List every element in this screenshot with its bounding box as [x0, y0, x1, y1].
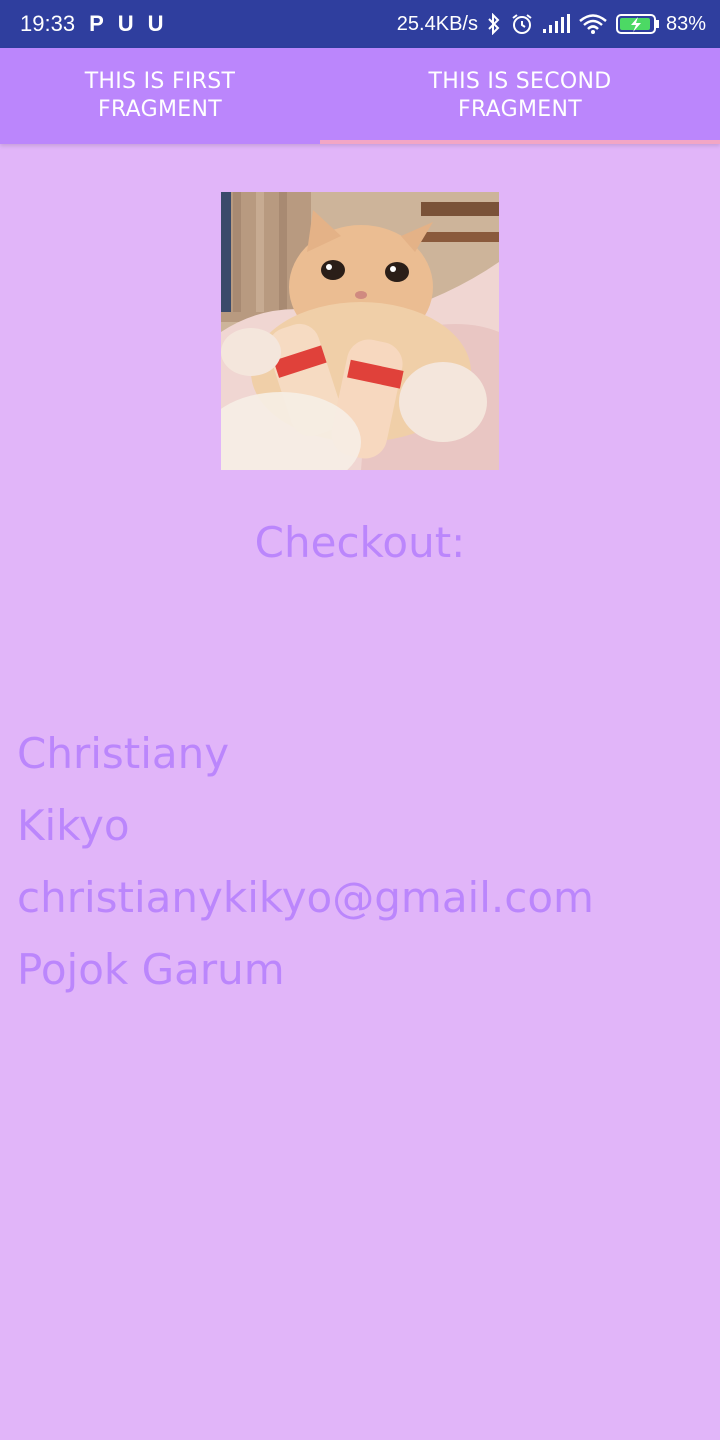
selected-tab-indicator: [320, 140, 720, 144]
battery-percent: 83%: [665, 12, 706, 35]
first-name-text: Christiany: [17, 729, 230, 778]
cat-photo: [221, 192, 499, 470]
network-speed: 25.4KB/s: [396, 12, 478, 35]
last-name-text: Kikyo: [17, 801, 130, 850]
notification-app-icon: U: [117, 11, 134, 36]
alarm-icon: [510, 12, 534, 36]
address-text: Pojok Garum: [17, 945, 285, 994]
notification-app-icon: U: [147, 11, 164, 36]
email-text: christianykikyo@gmail.com: [17, 873, 594, 922]
tab-label: THIS IS SECOND FRAGMENT: [428, 69, 612, 122]
tab-first-fragment[interactable]: THIS IS FIRST FRAGMENT: [0, 48, 320, 144]
notification-app-icon: P: [89, 11, 104, 36]
checkout-info: Christiany Kikyo christianykikyo@gmail.c…: [17, 718, 594, 1006]
checkout-label: Checkout:: [254, 518, 466, 567]
tab-second-fragment[interactable]: THIS IS SECOND FRAGMENT: [320, 48, 720, 144]
battery-indicator: 83%: [615, 12, 706, 36]
tab-label: THIS IS FIRST FRAGMENT: [84, 69, 236, 122]
signal-icon: [542, 14, 570, 34]
battery-charging-icon: [615, 13, 660, 35]
bluetooth-icon: [486, 13, 502, 35]
status-time: 19:33: [20, 11, 76, 36]
wifi-icon: [578, 13, 608, 35]
status-bar: 19:33 P U U 25.4KB/s 83%: [0, 0, 720, 48]
fragment-tab-bar: THIS IS FIRST FRAGMENT THIS IS SECOND FR…: [0, 48, 720, 144]
